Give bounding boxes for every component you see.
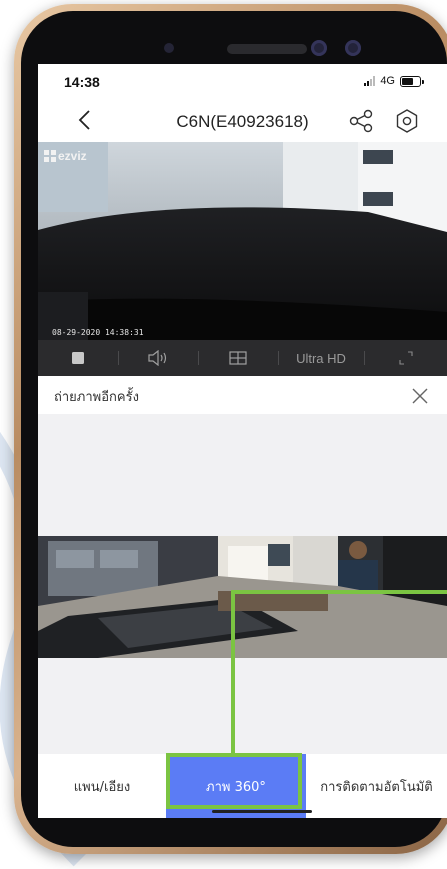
close-icon[interactable] xyxy=(411,387,429,405)
network-type: 4G xyxy=(380,75,395,87)
brand-logo: ezviz xyxy=(44,149,87,163)
quality-button[interactable]: Ultra HD xyxy=(278,340,364,376)
tab-highlight-box xyxy=(166,753,302,809)
layout-button[interactable] xyxy=(198,340,278,376)
front-sensor xyxy=(164,43,174,53)
live-video[interactable]: ezviz 08-29-2020 14:38:31 xyxy=(38,142,447,340)
video-frame xyxy=(38,142,447,340)
status-bar: 14:38 4G xyxy=(38,64,447,100)
front-camera-2 xyxy=(345,40,361,56)
battery-icon xyxy=(400,75,424,87)
highlight-connector-vertical xyxy=(231,590,235,755)
video-timestamp: 08-29-2020 14:38:31 xyxy=(52,328,144,337)
recapture-link[interactable]: ถ่ายภาพอีกครั้ง xyxy=(54,386,139,407)
front-camera xyxy=(311,40,327,56)
speaker-icon xyxy=(148,350,167,366)
status-indicators: 4G xyxy=(364,75,424,87)
capture-header: ถ่ายภาพอีกครั้ง xyxy=(38,376,447,414)
stop-icon xyxy=(72,352,84,364)
page-title: C6N(E40923618) xyxy=(176,112,309,131)
stop-button[interactable] xyxy=(38,340,118,376)
status-time: 14:38 xyxy=(64,74,100,90)
sound-button[interactable] xyxy=(118,340,198,376)
expand-icon xyxy=(398,351,413,365)
gear-icon[interactable] xyxy=(394,108,420,134)
earpiece xyxy=(227,44,307,54)
brand-name: ezviz xyxy=(58,149,87,163)
signal-icon xyxy=(364,76,376,86)
panorama-photo xyxy=(38,536,447,658)
share-icon[interactable] xyxy=(348,108,374,134)
active-tab-indicator xyxy=(212,810,312,813)
nav-bar: C6N(E40923618) xyxy=(38,100,447,140)
playback-controls: Ultra HD xyxy=(38,340,447,376)
panorama-preview-area xyxy=(38,414,447,754)
panorama-image[interactable] xyxy=(38,536,447,658)
highlight-connector-horizontal xyxy=(231,590,447,594)
tab-auto-tracking[interactable]: การติดตามอัตโนมัติ xyxy=(306,754,447,818)
app-screen: 14:38 4G C6N(E40923618) ezviz 08-29-2020… xyxy=(38,64,447,818)
split-view-icon xyxy=(229,351,247,365)
ezviz-logo-icon xyxy=(44,150,56,162)
tab-pan-tilt[interactable]: แพน/เอียง xyxy=(38,754,166,818)
fullscreen-button[interactable] xyxy=(364,340,447,376)
